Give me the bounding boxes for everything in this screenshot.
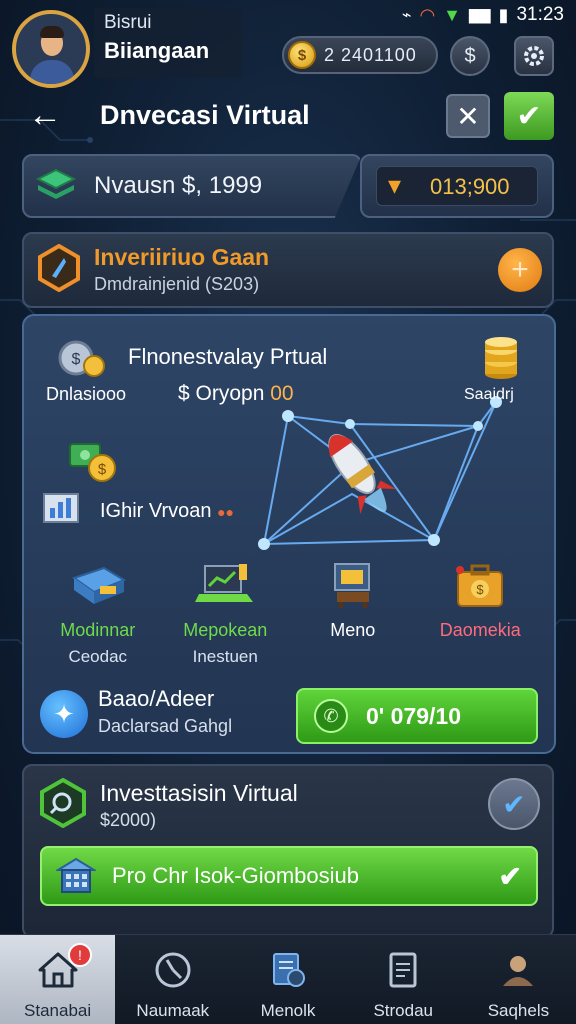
add-investment-button[interactable]: +	[498, 248, 542, 292]
panel-mid-label-prefix: $ Oryopn	[178, 382, 265, 405]
grid-item-modinnar[interactable]: Modinnar Ceodac	[34, 560, 162, 670]
gear-icon	[524, 46, 544, 66]
nav-label-1: Stanabai	[24, 1001, 92, 1020]
back-button[interactable]: ←	[28, 96, 62, 135]
receipt-icon	[380, 947, 426, 993]
reward-value: 013;900	[430, 174, 510, 199]
invest-card-title: Inveriiriuo Gaan	[94, 244, 270, 270]
wifi-icon: ◠	[419, 4, 436, 25]
invest-action-button[interactable]: ✆ 0' 079/10	[296, 688, 538, 744]
nav-naumaak[interactable]: Naumaak	[115, 935, 230, 1024]
svg-text:$: $	[477, 582, 485, 597]
bottom-card-action-label: Pro Chr Isok-Giombosiub	[112, 863, 359, 888]
balance-value: Nvausn $, 1999	[94, 172, 263, 199]
location-pin-icon: ▾	[388, 170, 402, 200]
sparkle-icon: ✦	[53, 698, 75, 729]
dollar-icon: $	[464, 44, 476, 67]
chart-label-dots: ●●	[217, 504, 235, 520]
panel-right-label: Saaidrj	[464, 386, 514, 403]
cell-signal-icon: ▇▇	[469, 6, 491, 23]
invest-action-value: 0' 079/10	[366, 702, 461, 729]
wifi-green-icon: ▼	[443, 4, 461, 25]
nav-strodau[interactable]: Strodau	[346, 935, 461, 1024]
grid-label-4: Daomekia	[439, 620, 521, 640]
grid-item-mepokean[interactable]: Mepokean Inestuen	[162, 560, 290, 670]
svg-text:$: $	[72, 351, 81, 368]
bottom-card-check-button[interactable]: ✔	[488, 778, 540, 830]
signal-strength-icon: ⌁	[401, 7, 412, 24]
nav-menolk[interactable]: Menolk	[230, 935, 345, 1024]
grid-sublabel-2: Inestuen	[192, 647, 258, 666]
nav-label-5: Saqhels	[487, 1001, 550, 1020]
confirm-button[interactable]: ✔	[504, 92, 554, 140]
building-icon	[56, 857, 96, 893]
svg-text:$: $	[98, 461, 107, 478]
checkmark-icon: ✔	[502, 788, 526, 820]
close-icon: ✕	[456, 100, 480, 132]
panel-title: Flnonestvalay Prtual	[128, 344, 328, 369]
server-icon	[71, 566, 126, 604]
arrow-left-icon: ←	[28, 96, 62, 134]
status-bar: ⌁ ◠ ▼ ▇▇ ▮ 31:23	[0, 0, 576, 30]
action-check-icon: ✔	[498, 860, 522, 892]
avatar[interactable]	[12, 10, 90, 88]
bar-chart-icon	[43, 493, 79, 523]
panel-mid-label-value: 00	[270, 382, 294, 405]
laptop-chart-icon	[195, 564, 254, 602]
nav-label-2: Naumaak	[136, 1001, 210, 1020]
stack-icon	[36, 168, 76, 199]
coin-icon: $	[288, 41, 316, 69]
gold-coins-icon	[485, 337, 517, 379]
panel-mid-label: $ Oryopn 00	[178, 382, 294, 406]
bottom-card-action-button[interactable]: Pro Chr Isok-Giombosiub ✔	[40, 846, 538, 906]
support-subtitle: Daclarsad Gahgl	[98, 716, 233, 736]
document-icon	[265, 947, 311, 993]
grid-label-2: Mepokean	[183, 620, 268, 640]
support-button[interactable]: ✦	[40, 690, 88, 738]
plus-icon: +	[511, 253, 529, 286]
support-title: Baao/Adeer	[98, 686, 215, 711]
hexagon-invest-icon	[38, 244, 80, 292]
nav-beranda[interactable]: ! Stanabai	[0, 935, 116, 1024]
nav-label-3: Menolk	[260, 1001, 316, 1020]
grid-item-daomekia[interactable]: $ Daomekia	[417, 560, 545, 670]
battery-icon: ▮	[498, 4, 509, 25]
page-title: Dnvecasi Virtual	[100, 100, 310, 130]
clock-icon	[150, 947, 196, 993]
grid-label-3: Meno	[330, 620, 376, 640]
phone-circle-icon: ✆	[314, 699, 348, 733]
panel-left-label: Dnlasiooo	[46, 384, 127, 404]
settings-button[interactable]	[514, 36, 554, 76]
person-icon	[495, 947, 541, 993]
category-grid: Modinnar Ceodac Mepokean Inestuen Meno $	[34, 560, 544, 670]
notification-badge: !	[68, 943, 92, 967]
monitor-icon	[333, 563, 370, 608]
close-button[interactable]: ✕	[446, 94, 490, 138]
profile-greeting: Bisrui	[104, 12, 152, 33]
bottom-card-subtitle: $2000)	[100, 810, 157, 830]
coin-balance[interactable]: $ 2 2401100	[282, 36, 438, 74]
coin-balance-value: 2 2401100	[324, 44, 417, 65]
invest-card-subtitle: Dmdrainjenid (S203)	[94, 274, 260, 294]
coin-gear-icon: $	[58, 340, 105, 377]
currency-button[interactable]: $	[450, 36, 490, 76]
check-icon: ✔	[516, 99, 542, 133]
profile-name: Biiangaan	[104, 38, 210, 63]
hexagon-search-icon	[40, 778, 86, 828]
nav-saqhels[interactable]: Saqhels	[461, 935, 576, 1024]
chart-label-text: IGhir Vrvoan	[100, 500, 212, 522]
clock-time: 31:23	[516, 4, 564, 25]
briefcase-icon: $	[456, 564, 504, 607]
chart-label: IGhir Vrvoan ●●	[100, 500, 234, 523]
money-icon: $	[69, 443, 116, 482]
grid-label-1: Modinnar	[60, 620, 136, 640]
bottom-card-title: Investtasisin Virtual	[100, 780, 298, 806]
bottom-navigation: ! Stanabai Naumaak Menolk Strodau Saqhel…	[0, 934, 576, 1024]
nav-label-4: Strodau	[373, 1001, 433, 1020]
grid-item-meno[interactable]: Meno	[289, 560, 417, 670]
grid-sublabel-1: Ceodac	[68, 647, 128, 666]
